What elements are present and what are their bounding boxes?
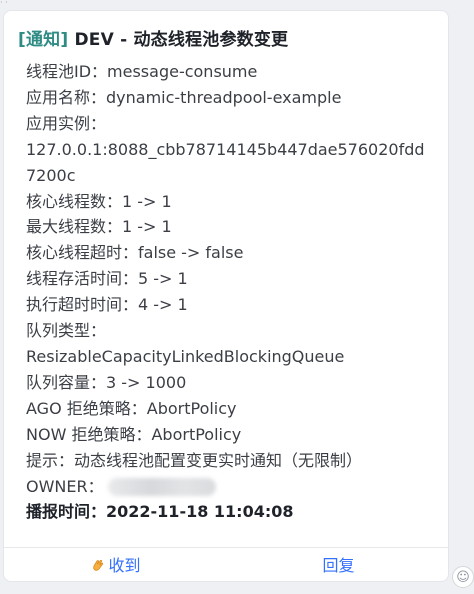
line-exec-timeout: 执行超时时间：4 -> 1 <box>26 295 188 315</box>
message-body: 线程池ID：message-consume 应用名称：dynamic-threa… <box>26 59 442 525</box>
top-edge-mark: · · <box>0 0 8 6</box>
line-app-instance-label: 应用实例： <box>26 113 107 133</box>
notice-title: DEV - 动态线程池参数变更 <box>74 30 289 50</box>
line-owner: OWNER： <box>26 474 442 500</box>
line-keep-alive: 线程存活时间：5 -> 1 <box>26 269 188 289</box>
owner-label: OWNER： <box>26 476 104 496</box>
clapping-hands-icon <box>90 550 106 581</box>
line-now-reject-policy: NOW 拒绝策略：AbortPolicy <box>26 424 242 444</box>
line-app-name: 应用名称：dynamic-threadpool-example <box>26 87 342 107</box>
owner-redacted <box>107 478 216 496</box>
line-queue-type-label: 队列类型： <box>26 321 107 341</box>
line-core-pool-size: 核心线程数：1 -> 1 <box>26 191 172 211</box>
line-hint: 提示：动态线程池配置变更实时通知（无限制） <box>26 450 363 470</box>
line-queue-type-value: ResizableCapacityLinkedBlockingQueue <box>26 346 345 366</box>
line-broadcast-time: 播报时间：2022-11-18 11:04:08 <box>26 502 294 522</box>
reply-button[interactable]: 回复 <box>227 548 448 581</box>
line-core-timeout: 核心线程超时：false -> false <box>26 243 244 263</box>
line-ago-reject-policy: AGO 拒绝策略：AbortPolicy <box>26 398 237 418</box>
line-pool-id: 线程池ID：message-consume <box>26 62 258 81</box>
reply-label: 回复 <box>322 556 355 575</box>
card-title: [通知] DEV - 动态线程池参数变更 <box>18 25 288 50</box>
emoji-reaction-icon[interactable]: ☺ <box>452 566 474 588</box>
received-button[interactable]: 收到 <box>4 548 227 581</box>
line-queue-capacity: 队列容量：3 -> 1000 <box>26 372 187 392</box>
notice-tag: [通知] <box>18 30 69 50</box>
notification-card: [通知] DEV - 动态线程池参数变更 线程池ID：message-consu… <box>3 10 449 582</box>
line-app-instance-value: 127.0.0.1:8088_cbb78714145b447dae576020f… <box>26 139 425 159</box>
received-label: 收到 <box>108 556 141 575</box>
line-app-instance-value-cont: 7200c <box>26 165 76 185</box>
line-max-pool-size: 最大线程数：1 -> 1 <box>26 217 172 237</box>
